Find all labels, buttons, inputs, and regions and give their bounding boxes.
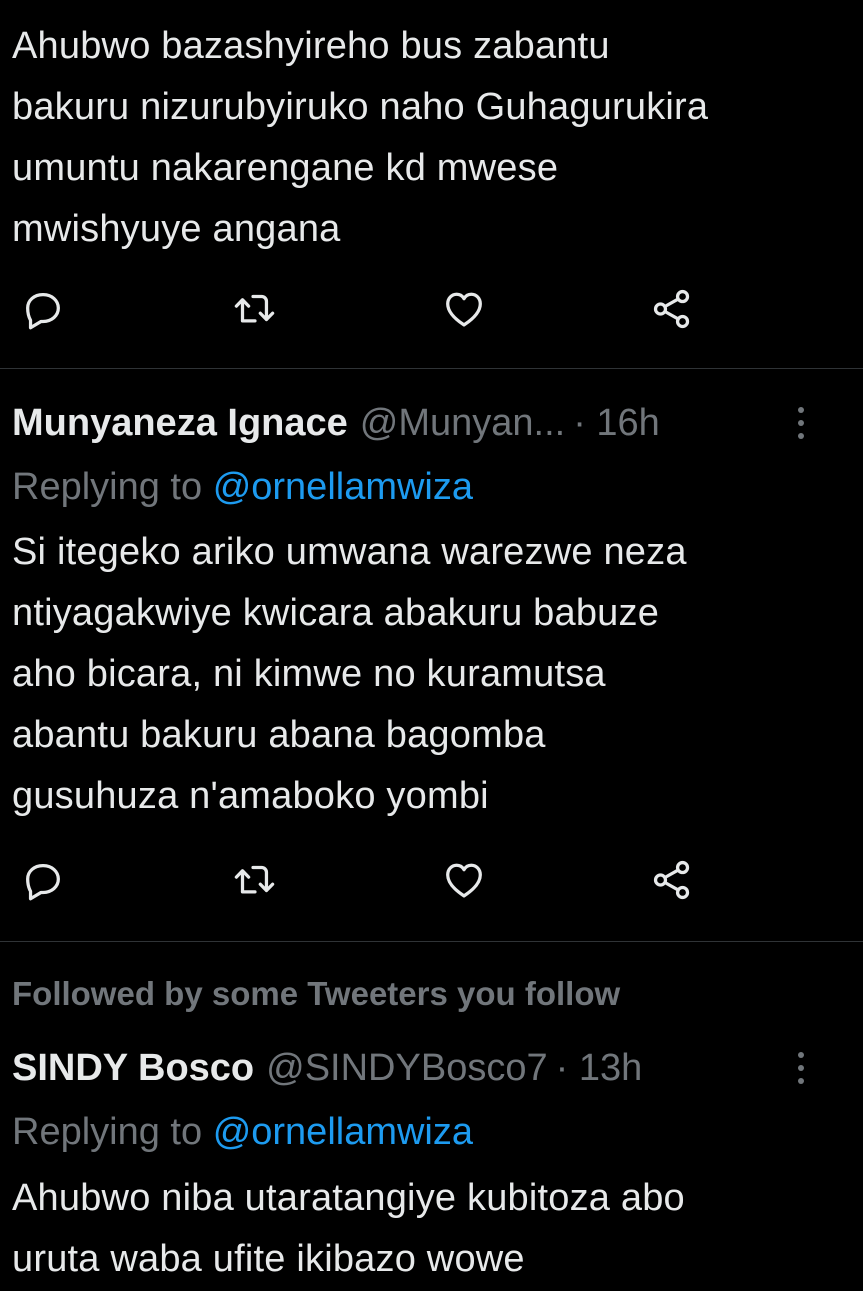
reply-icon (26, 863, 60, 901)
more-options-button[interactable] (781, 1040, 821, 1096)
replying-to-mention[interactable]: @ornellamwiza (213, 1111, 473, 1153)
share-button[interactable] (642, 850, 702, 910)
replying-to-label: Replying to (12, 466, 203, 508)
tweet-text-line: bakuru nizurubyiruko naho Guhagurukira (12, 86, 709, 128)
like-icon (446, 863, 482, 898)
tweet-text-line: aho bicara, ni kimwe no kuramutsa (12, 653, 606, 695)
tweet-text-line: Ahubwo bazashyireho bus zabantu (12, 25, 610, 67)
display-name[interactable]: SINDY Bosco (12, 1047, 254, 1090)
tweet-text-line: uruta waba ufite ikibazo wowe (12, 1238, 525, 1280)
share-icon (653, 860, 690, 900)
replying-to-label: Replying to (12, 1111, 203, 1153)
more-options-button[interactable] (781, 395, 821, 451)
retweet-icon (234, 294, 275, 323)
tweet-actions (0, 279, 863, 339)
tweet-header: SINDY Bosco @SINDYBosco7 · 13h (12, 1040, 813, 1096)
user-handle[interactable]: @Munyan... (360, 402, 565, 445)
tweet-text-line: Ahubwo niba utaratangiye kubitoza abo (12, 1177, 685, 1219)
display-name[interactable]: Munyaneza Ignace (12, 402, 348, 445)
tweet-text-line: abantu bakuru abana bagomba (12, 714, 546, 756)
tweet-text: Ahubwo bazashyireho bus zabantu bakuru n… (12, 16, 852, 260)
more-icon (798, 1052, 804, 1084)
more-icon (798, 407, 804, 439)
reply-button[interactable] (13, 850, 73, 910)
tweet-text-line: umuntu nakarengane kd mwese (12, 147, 559, 189)
retweet-button[interactable] (224, 279, 284, 339)
replying-to-mention[interactable]: @ornellamwiza (213, 466, 473, 508)
tweet-text-line: gusuhuza n'amaboko yombi (12, 775, 489, 817)
tweet-2[interactable]: Munyaneza Ignace @Munyan... · 16h Replyi… (0, 369, 863, 941)
tweet-header: Munyaneza Ignace @Munyan... · 16h (12, 395, 813, 451)
tweet-3[interactable]: Followed by some Tweeters you follow SIN… (0, 942, 863, 1291)
reply-button[interactable] (13, 279, 73, 339)
tweet-text-line: mwishyuye angana (12, 208, 341, 250)
replying-to: Replying to @ornellamwiza (12, 1104, 473, 1160)
replying-to: Replying to @ornellamwiza (12, 459, 473, 515)
like-icon (446, 292, 482, 327)
user-handle[interactable]: @SINDYBosco7 (266, 1047, 547, 1090)
social-context: Followed by some Tweeters you follow (12, 975, 621, 1012)
retweet-icon (234, 865, 275, 894)
like-button[interactable] (434, 279, 494, 339)
like-button[interactable] (434, 850, 494, 910)
retweet-button[interactable] (224, 850, 284, 910)
tweet-actions (0, 850, 863, 910)
share-button[interactable] (642, 279, 702, 339)
tweet-text: Ahubwo niba utaratangiye kubitoza abo ur… (12, 1168, 852, 1290)
share-icon (653, 289, 690, 329)
tweet-timestamp[interactable]: · 13h (556, 1047, 643, 1090)
tweet-timestamp[interactable]: · 16h (573, 402, 660, 445)
tweet-text: Si itegeko ariko umwana warezwe neza nti… (12, 522, 852, 827)
tweet-1[interactable]: Ahubwo bazashyireho bus zabantu bakuru n… (0, 0, 863, 368)
tweet-text-line: Si itegeko ariko umwana warezwe neza (12, 531, 687, 573)
reply-icon (26, 292, 60, 330)
tweet-text-line: ntiyagakwiye kwicara abakuru babuze (12, 592, 660, 634)
